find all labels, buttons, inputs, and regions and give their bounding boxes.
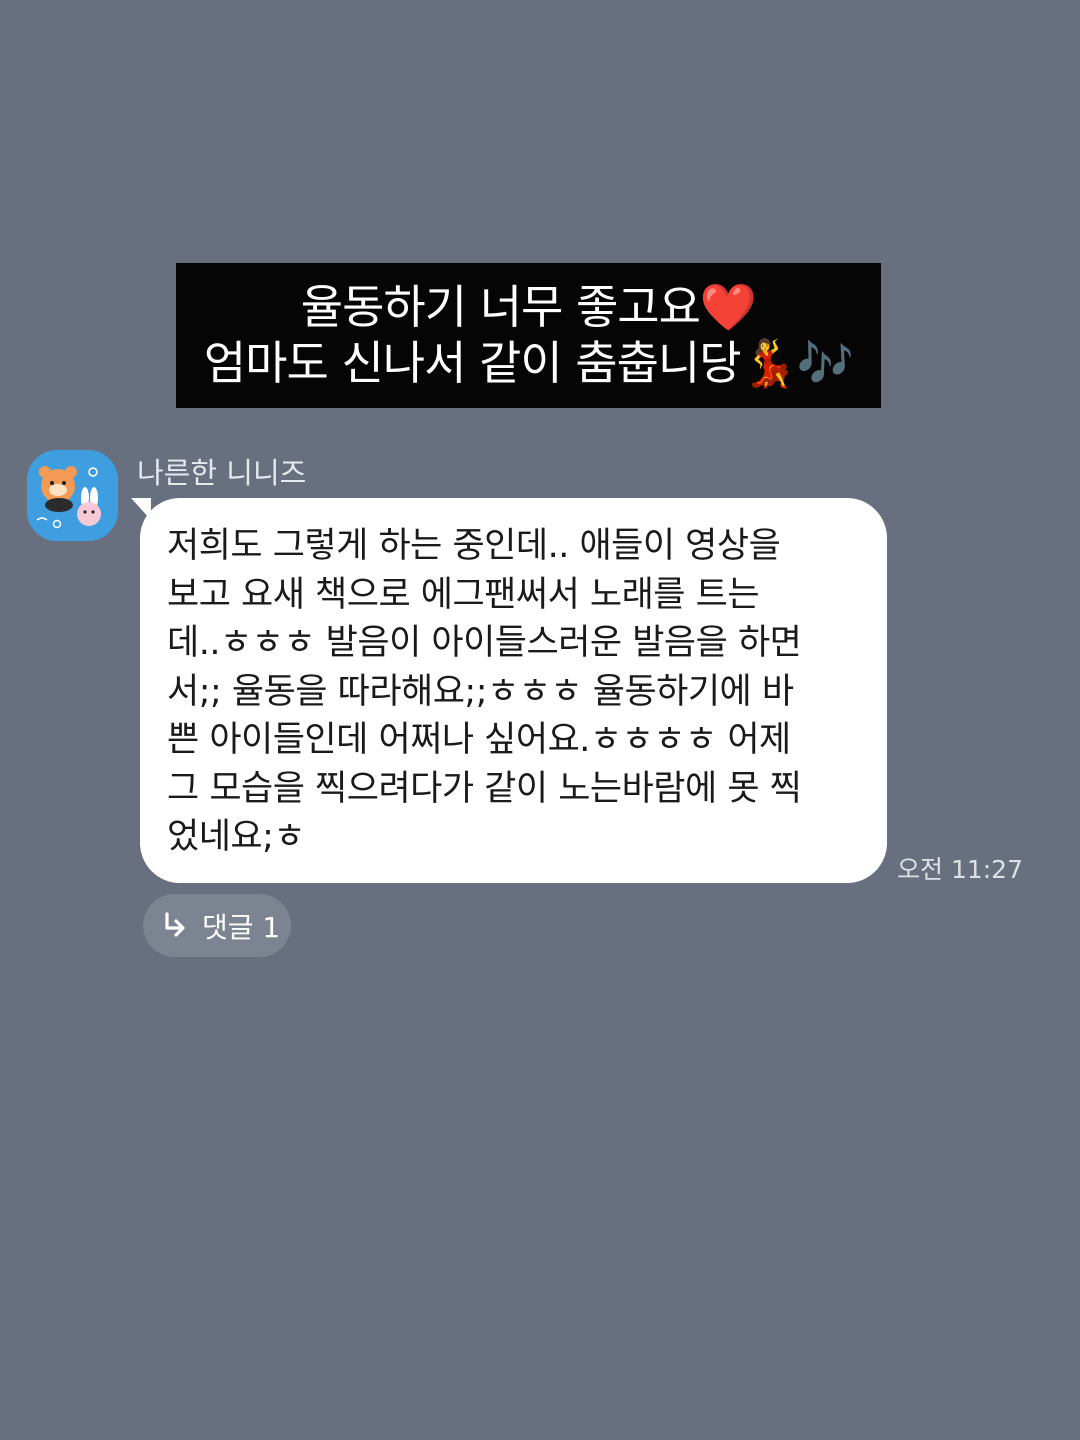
reply-thread-button[interactable]: 댓글 1: [143, 894, 291, 957]
message-line: 저희도 그렇게 하는 중인데.. 애들이 영상을: [167, 526, 781, 566]
bubble-tail: [131, 498, 151, 520]
reply-arrow-icon: [165, 911, 185, 937]
avatar-sticker-icon: [27, 450, 118, 541]
message-line: 서;; 율동을 따라해요;;ㅎㅎㅎ 율동하기에 바: [167, 671, 794, 712]
message-line: 보고 요새 책으로 에그팬써서 노래를 트는: [167, 574, 760, 615]
message-line: 데..ㅎㅎㅎ 발음이 아이들스러운 발음을 하면: [167, 623, 802, 663]
message-timestamp: 오전 11:27: [897, 855, 1023, 884]
caption-line-1: 율동하기 너무 좋고요❤️: [300, 280, 757, 334]
sender-avatar[interactable]: [27, 450, 118, 541]
caption-line-2: 엄마도 신나서 같이 춤춥니당💃🎶: [203, 336, 854, 390]
caption-overlay: 율동하기 너무 좋고요❤️ 엄마도 신나서 같이 춤춥니당💃🎶: [176, 263, 881, 408]
message-line: 쁜 아이들인데 어쩌나 싶어요.ㅎㅎㅎㅎ 어제: [167, 720, 791, 760]
message-bubble[interactable]: 저희도 그렇게 하는 중인데.. 애들이 영상을 보고 요새 책으로 에그팬써서…: [131, 498, 887, 883]
message-line: 었네요;ㅎ: [167, 817, 306, 857]
sender-name: 나른한 니니즈: [137, 456, 307, 490]
reply-count-label: 댓글 1: [202, 910, 281, 944]
message-line: 그 모습을 찍으려다가 같이 노는바람에 못 찍: [167, 768, 802, 809]
